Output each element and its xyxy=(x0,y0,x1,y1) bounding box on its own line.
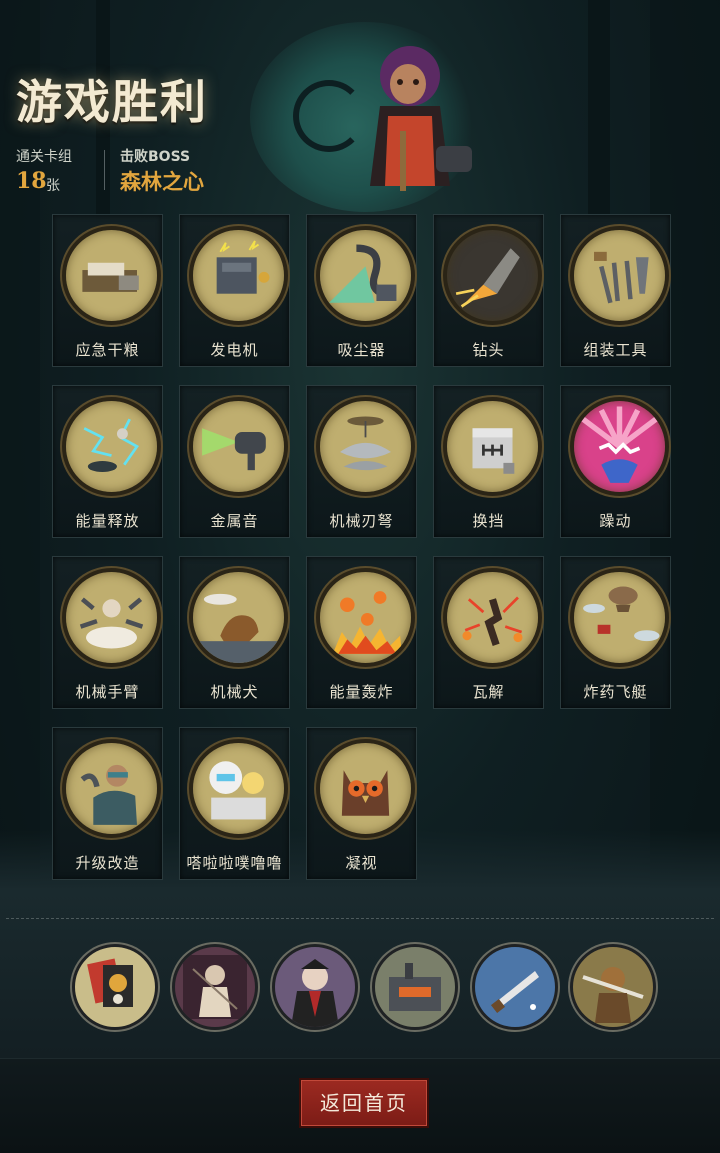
mech-arm-icon xyxy=(62,568,161,667)
card-item[interactable]: 嗒啦啦噗噜噜 xyxy=(179,727,290,880)
drill-icon xyxy=(443,226,542,325)
card-item[interactable]: 发电机 xyxy=(179,214,290,367)
card-item[interactable]: 钻头 xyxy=(433,214,544,367)
boss-name: 森林之心 xyxy=(120,170,204,194)
generator-icon xyxy=(189,226,288,325)
boss-label: 击败BOSS xyxy=(120,149,191,165)
card-label: 瓦解 xyxy=(472,683,505,701)
relic-item[interactable] xyxy=(172,944,258,1030)
card-item[interactable]: 组装工具 xyxy=(560,214,671,367)
card-label: 能量释放 xyxy=(75,512,140,530)
vacuum-icon xyxy=(316,226,415,325)
card-label: 机械犬 xyxy=(210,683,259,701)
card-item[interactable]: 换挡 xyxy=(433,385,544,538)
section-divider xyxy=(6,918,714,919)
header-divider xyxy=(104,150,105,190)
monkey-warrior-icon xyxy=(582,967,644,1023)
energy-bomb-icon xyxy=(316,568,415,667)
victory-title: 游戏胜利 xyxy=(16,75,208,129)
tools-icon xyxy=(570,226,669,325)
card-item[interactable]: 机械犬 xyxy=(179,556,290,709)
furnace-machine-icon xyxy=(389,963,441,1011)
card-label: 金属音 xyxy=(210,512,259,530)
card-label: 躁动 xyxy=(599,512,632,530)
energy-release-icon xyxy=(62,397,161,496)
card-label: 吸尘器 xyxy=(337,341,386,359)
card-item[interactable]: 瓦解 xyxy=(433,556,544,709)
skull-card-icon xyxy=(87,958,133,1007)
card-item[interactable]: 凝视 xyxy=(306,727,417,880)
rations-icon xyxy=(62,226,161,325)
relic-item[interactable] xyxy=(570,944,656,1030)
frenzy-icon xyxy=(570,397,669,496)
deck-count: 18 xyxy=(16,168,47,194)
relic-item[interactable] xyxy=(372,944,458,1030)
card-item[interactable]: 能量释放 xyxy=(52,385,163,538)
card-item[interactable]: 机械刃弩 xyxy=(306,385,417,538)
hero-character-illustration xyxy=(370,46,472,191)
back-to-home-button[interactable]: 返回首页 xyxy=(299,1078,429,1128)
mech-dog-icon xyxy=(189,568,288,667)
card-item[interactable]: 吸尘器 xyxy=(306,214,417,367)
relic-item[interactable] xyxy=(272,944,358,1030)
vampire-icon xyxy=(291,959,339,1027)
card-label: 升级改造 xyxy=(75,854,140,872)
card-label: 机械刃弩 xyxy=(329,512,394,530)
robot-girl-icon xyxy=(189,739,288,838)
card-label: 换挡 xyxy=(472,512,505,530)
deck-label: 通关卡组 xyxy=(16,149,72,165)
card-item[interactable]: 能量轰炸 xyxy=(306,556,417,709)
card-item[interactable]: 应急干粮 xyxy=(52,214,163,367)
owl-gaze-icon xyxy=(316,739,415,838)
card-label: 炸药飞艇 xyxy=(583,683,648,701)
card-label: 能量轰炸 xyxy=(329,683,394,701)
tree-trunk xyxy=(588,0,610,250)
bomb-airship-icon xyxy=(570,568,669,667)
upgrade-icon xyxy=(62,739,161,838)
chained-figure-icon xyxy=(183,955,247,1019)
metal-sound-icon xyxy=(189,397,288,496)
relic-item[interactable] xyxy=(72,944,158,1030)
card-label: 凝视 xyxy=(345,854,378,872)
card-item[interactable]: 躁动 xyxy=(560,385,671,538)
card-label: 机械手臂 xyxy=(75,683,140,701)
card-label: 嗒啦啦噗噜噜 xyxy=(186,854,283,872)
card-label: 钻头 xyxy=(472,341,505,359)
relic-item[interactable] xyxy=(472,944,558,1030)
blade-crossbow-icon xyxy=(316,397,415,496)
disintegrate-icon xyxy=(443,568,542,667)
deck-unit: 张 xyxy=(46,178,60,194)
card-item[interactable]: 金属音 xyxy=(179,385,290,538)
blade-icon xyxy=(490,971,539,1014)
card-item[interactable]: 炸药飞艇 xyxy=(560,556,671,709)
card-item[interactable]: 升级改造 xyxy=(52,727,163,880)
card-label: 发电机 xyxy=(210,341,259,359)
card-label: 组装工具 xyxy=(583,341,648,359)
card-item[interactable]: 机械手臂 xyxy=(52,556,163,709)
gear-shift-icon xyxy=(443,397,542,496)
card-label: 应急干粮 xyxy=(75,341,140,359)
